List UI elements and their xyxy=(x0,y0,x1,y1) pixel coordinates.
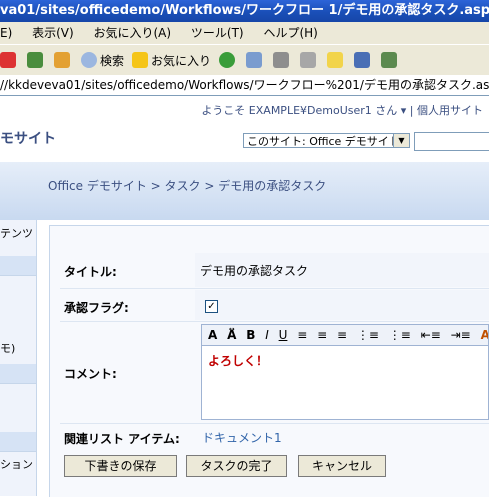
italic-icon[interactable]: I xyxy=(265,325,269,345)
favorites-label: お気に入り xyxy=(151,53,212,68)
align-right-icon[interactable]: ≡ xyxy=(337,325,347,345)
menu-view[interactable]: 表示(V) xyxy=(32,26,74,40)
star-icon xyxy=(132,52,149,68)
menu-help[interactable]: ヘルプ(H) xyxy=(263,26,317,40)
outdent-icon[interactable]: ⇤≡ xyxy=(421,325,441,345)
browser-toolbar: 検索 お気に入り xyxy=(0,44,489,76)
home-icon xyxy=(54,52,70,68)
font-icon[interactable]: A xyxy=(208,325,217,345)
media-button[interactable] xyxy=(219,52,238,68)
related-item-link[interactable]: ドキュメント1 xyxy=(202,429,282,446)
site-header: モサイト このサイト: Office デモサイト ▼ xyxy=(0,122,489,162)
approval-label: 承認フラグ: xyxy=(64,301,129,315)
search-input[interactable] xyxy=(414,132,489,151)
comment-label: コメント: xyxy=(64,367,117,381)
title-value: デモ用の承認タスク xyxy=(200,264,309,278)
save-draft-button[interactable]: 下書きの保存 xyxy=(64,455,177,477)
numbered-list-icon[interactable]: ⋮≡ xyxy=(357,325,379,345)
menu-favorites[interactable]: お気に入り(A) xyxy=(94,26,172,40)
discuss-button[interactable] xyxy=(354,52,373,68)
edit-button[interactable] xyxy=(327,52,346,68)
stop-button[interactable] xyxy=(0,52,19,68)
related-item-label: 関連リスト アイテム: xyxy=(64,432,180,446)
discuss-icon xyxy=(354,52,371,68)
history-button[interactable] xyxy=(246,52,265,68)
chevron-down-icon[interactable]: ▼ xyxy=(393,134,409,147)
nav-section-header xyxy=(0,432,36,452)
window-title: va01/sites/officedemo/Workflows/ワークフロー 1… xyxy=(0,3,489,18)
cancel-button[interactable]: キャンセル xyxy=(298,455,386,477)
home-button[interactable] xyxy=(54,52,73,68)
mail-icon xyxy=(273,52,290,68)
menu-edit[interactable]: E) xyxy=(0,26,12,40)
nav-item-content[interactable]: テンツ xyxy=(0,225,33,241)
comment-text: よろしく！ xyxy=(208,354,269,368)
title-banner: Office デモサイト > タスク > デモ用の承認タスク xyxy=(0,162,489,220)
stop-icon xyxy=(0,52,16,68)
align-center-icon[interactable]: ≡ xyxy=(317,325,327,345)
approval-checkbox[interactable]: ✓ xyxy=(205,300,218,313)
refresh-button[interactable] xyxy=(27,52,46,68)
menu-tools[interactable]: ツール(T) xyxy=(191,26,244,40)
text-color-icon[interactable]: A xyxy=(481,325,488,345)
research-button[interactable] xyxy=(381,52,400,68)
complete-task-button[interactable]: タスクの完了 xyxy=(186,455,287,477)
print-button[interactable] xyxy=(300,52,319,68)
nav-item-option[interactable]: ション xyxy=(0,456,33,472)
menu-bar: E) 表示(V) お気に入り(A) ツール(T) ヘルプ(H) xyxy=(0,22,489,44)
print-icon xyxy=(300,52,317,68)
search-button[interactable]: 検索 xyxy=(81,52,124,69)
divider xyxy=(60,288,489,289)
history-icon xyxy=(246,52,263,68)
indent-icon[interactable]: ⇥≡ xyxy=(451,325,471,345)
window-title-bar: va01/sites/officedemo/Workflows/ワークフロー 1… xyxy=(0,0,489,22)
welcome-bar: ようこそ EXAMPLE¥DemoUser1 さん ▾ | 個人用サイト xyxy=(0,96,489,123)
refresh-icon xyxy=(27,52,43,68)
rich-text-toolbar: A A⃡ B I U ≡ ≡ ≡ ⋮≡ ⋮≡ ⇤≡ ⇥≡ A xyxy=(201,324,489,346)
font-size-icon[interactable]: A⃡ xyxy=(227,325,236,345)
search-scope-select[interactable]: このサイト: Office デモサイト ▼ xyxy=(243,133,410,148)
align-left-icon[interactable]: ≡ xyxy=(297,325,307,345)
bold-icon[interactable]: B xyxy=(246,325,255,345)
search-icon xyxy=(81,52,97,68)
nav-section-header xyxy=(0,256,36,276)
research-icon xyxy=(381,52,398,68)
title-label: タイトル: xyxy=(64,265,117,279)
approval-field-bg xyxy=(195,290,489,320)
address-url: //kkdeveva01/sites/officedemo/Workflows/… xyxy=(0,78,489,92)
left-nav: テンツ モ) ション xyxy=(0,220,37,496)
nav-section-header xyxy=(0,364,36,384)
note-icon xyxy=(327,52,344,68)
divider xyxy=(60,321,489,322)
welcome-menu[interactable]: ようこそ EXAMPLE¥DemoUser1 さん ▾ | 個人用サイト xyxy=(201,102,483,118)
nav-item-demo[interactable]: モ) xyxy=(0,340,15,356)
search-label: 検索 xyxy=(100,53,125,68)
bullet-list-icon[interactable]: ⋮≡ xyxy=(389,325,411,345)
favorites-button[interactable]: お気に入り xyxy=(132,52,211,69)
search-scope-value: このサイト: Office デモサイト xyxy=(247,135,400,148)
divider xyxy=(60,423,489,424)
media-icon xyxy=(219,52,236,68)
underline-icon[interactable]: U xyxy=(279,325,288,345)
comment-editor[interactable]: よろしく！ xyxy=(201,345,489,420)
address-bar[interactable]: //kkdeveva01/sites/officedemo/Workflows/… xyxy=(0,75,489,96)
site-title[interactable]: モサイト xyxy=(0,128,56,148)
breadcrumb[interactable]: Office デモサイト > タスク > デモ用の承認タスク xyxy=(48,177,326,194)
mail-button[interactable] xyxy=(273,52,292,68)
